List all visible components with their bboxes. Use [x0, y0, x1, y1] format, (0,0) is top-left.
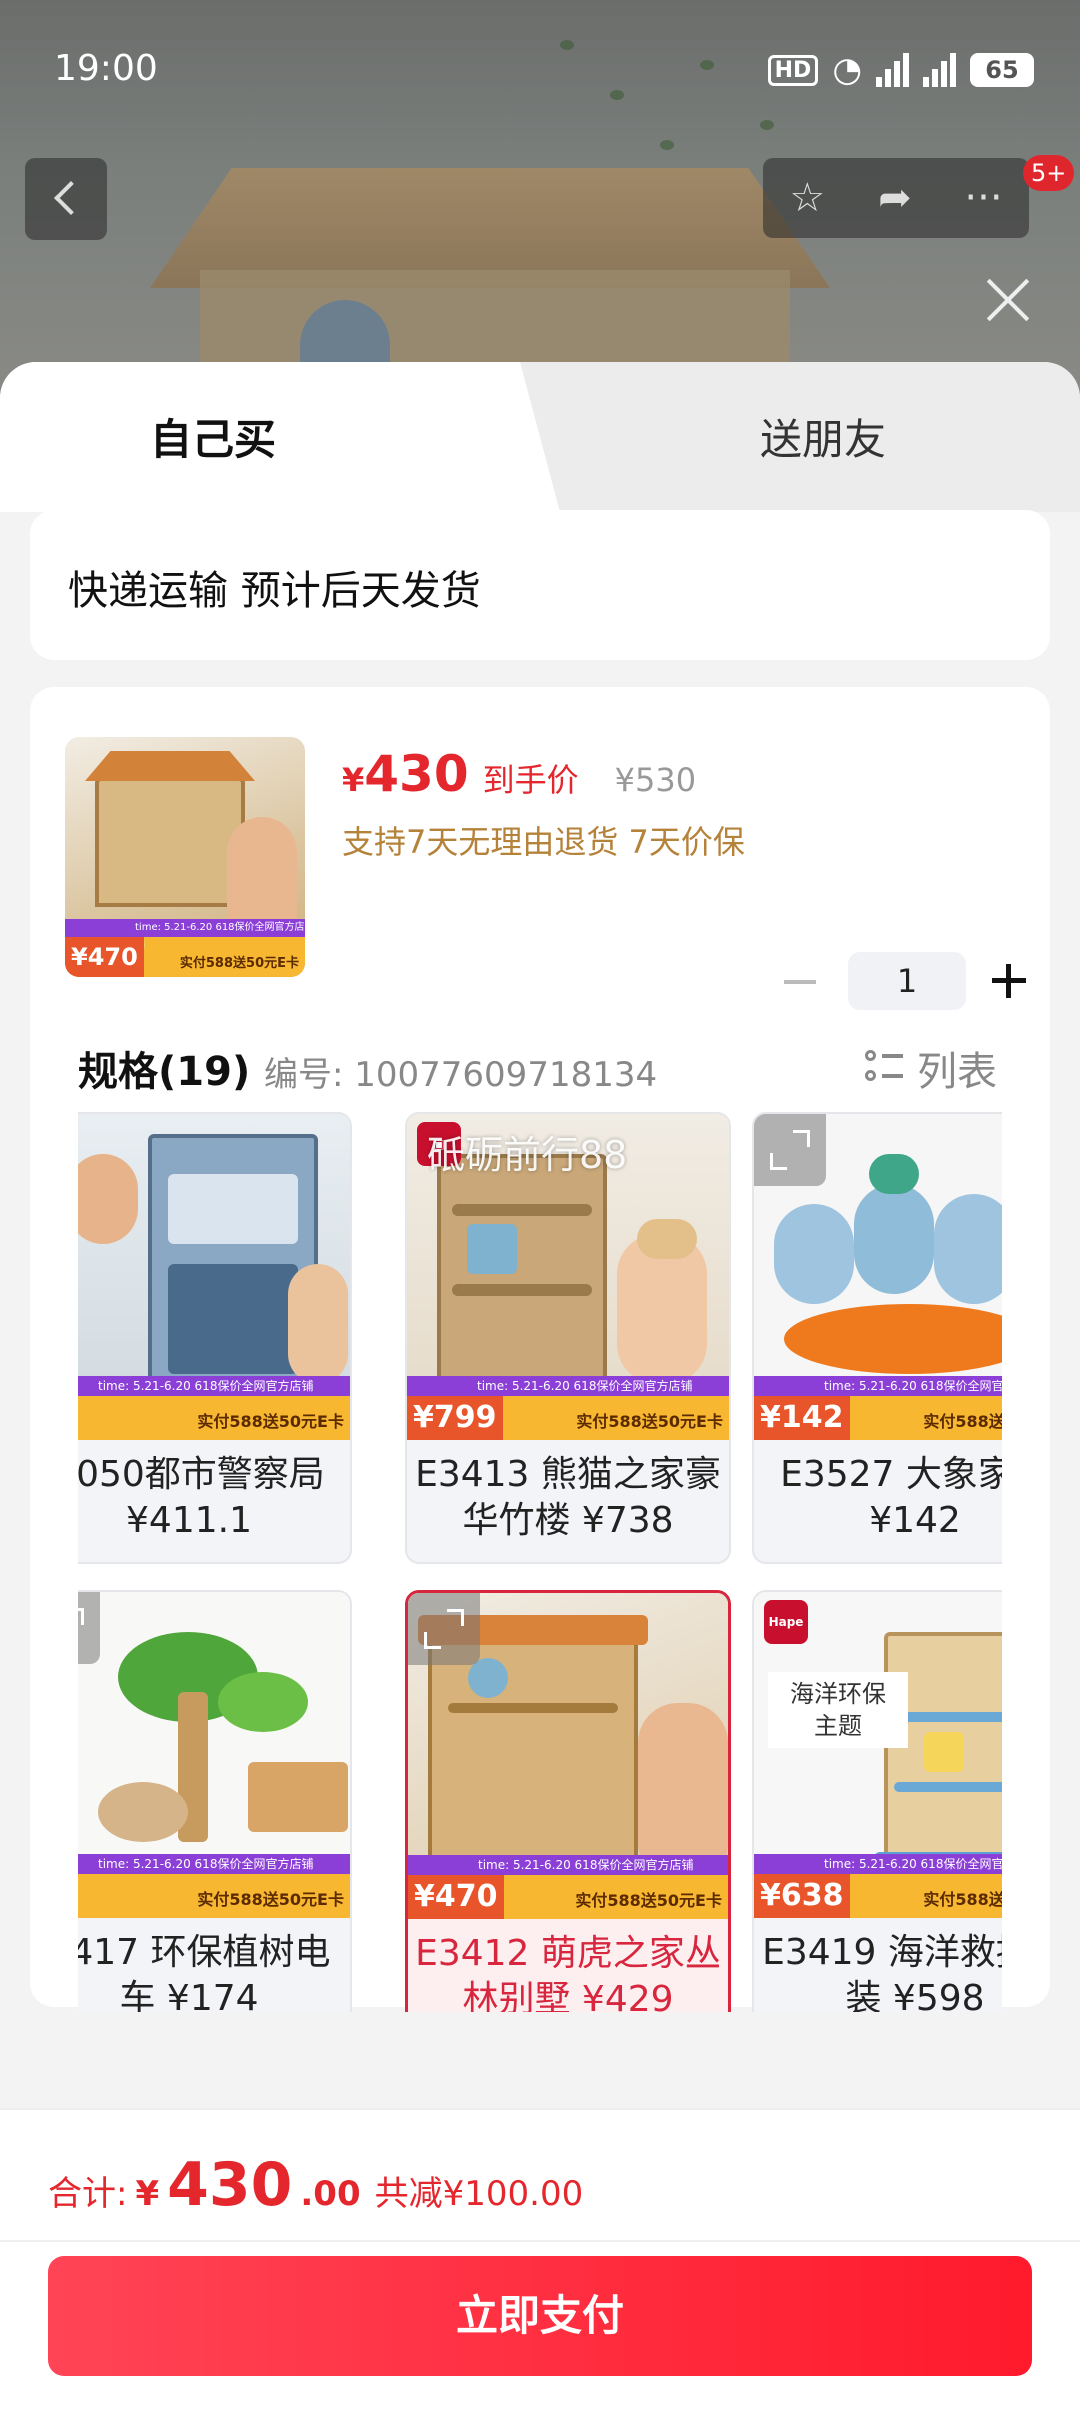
- purchase-tabs: 自己买 送朋友: [0, 362, 1080, 512]
- variant-image: time: 5.21-6.20 618保价全网官方店铺 ¥470 实付588送5…: [408, 1593, 728, 1919]
- product-thumbnail[interactable]: time: 5.21-6.20 618保价全网官方店铺 ¥470 实付588送5…: [65, 737, 305, 977]
- product-card: time: 5.21-6.20 618保价全网官方店铺 ¥470 实付588送5…: [30, 687, 1050, 2012]
- status-time: 19:00: [54, 48, 158, 89]
- variant-tile-selected[interactable]: time: 5.21-6.20 618保价全网官方店铺 ¥470 实付588送5…: [405, 1590, 731, 2012]
- variant-image: time: 5.21-6.20 618保价全网官方店铺 8 实付588送50元E…: [78, 1114, 350, 1440]
- promo-banner: time: 5.21-6.20 618保价全网官方店铺 ¥799 实付588送5…: [407, 1376, 729, 1440]
- nav-actions: ☆ ➦ ···: [763, 158, 1029, 238]
- original-price: ¥530: [614, 761, 697, 799]
- variant-name: E3527 大象家庭¥142: [780, 1454, 1002, 1541]
- promo-banner: time: 5.21-6.20 618保价全网官方店铺 4 实付588送50元E…: [78, 1854, 350, 1918]
- hape-logo: Hape: [764, 1600, 808, 1644]
- service-guarantee: 支持7天无理由退货 7天价保: [342, 823, 745, 861]
- shipping-info: 快递运输 预计后天发货: [68, 568, 481, 614]
- variant-image: Hape 海洋环保 主题 time: 5.21-6.20 618保价全网官方店铺…: [754, 1592, 1002, 1918]
- promo-banner: time: 5.21-6.20 618保价全网官方店铺 ¥470 实付588送5…: [408, 1855, 728, 1919]
- variant-tile[interactable]: Hape 海洋环保 主题 time: 5.21-6.20 618保价全网官方店铺…: [752, 1590, 1002, 2012]
- notification-badge: 5+: [1023, 155, 1075, 191]
- shipping-card: 快递运输 预计后天发货: [30, 510, 1050, 660]
- battery-icon: 65: [970, 53, 1034, 87]
- promo-banner: time: 5.21-6.20 618保价全网官方店铺 ¥142 实付588送5…: [754, 1376, 1002, 1440]
- variant-image: time: 5.21-6.20 618保价全网官方店铺 4 实付588送50元E…: [78, 1592, 350, 1918]
- total-amount: 430: [167, 2150, 293, 2220]
- status-icons: HD ◔ 65: [767, 50, 1034, 90]
- variant-name: 3417 环保植树电车 ¥174: [78, 1932, 331, 2012]
- total-label: 合计:: [48, 2174, 128, 2214]
- promo-text: 实付588送50元E卡: [179, 956, 299, 971]
- variant-name: E3413 熊猫之家豪 华竹楼 ¥738: [415, 1454, 721, 1541]
- signal-5g-icon: [876, 53, 909, 87]
- quantity-input[interactable]: 1: [848, 952, 966, 1010]
- promo-banner: time: 5.21-6.20 618保价全网官方店铺 ¥470 实付588送5…: [65, 919, 305, 977]
- back-button[interactable]: [25, 158, 107, 240]
- variant-image: time: 5.21-6.20 618保价全网官方店铺 ¥142 实付588送5…: [754, 1114, 1002, 1440]
- final-price-label: 到手价: [482, 761, 579, 799]
- quantity-stepper: 1: [770, 952, 1034, 1010]
- variant-name: E3419 海洋救援套装 ¥598: [762, 1932, 1002, 2012]
- spec-title: 规格(19): [78, 1049, 251, 1095]
- promo-banner: time: 5.21-6.20 618保价全网官方店铺 8 实付588送50元E…: [78, 1376, 350, 1440]
- product-code: 编号: 10077609718134: [264, 1055, 658, 1095]
- list-view-label: 列表: [917, 1049, 997, 1095]
- purchase-sheet: 自己买 送朋友 快递运输 预计后天发货 time: 5.21-6.20 618保…: [0, 362, 1080, 2412]
- promo-banner: time: 5.21-6.20 618保价全网官方店铺 ¥638 实付588送5…: [754, 1854, 1002, 1918]
- favorite-star-icon[interactable]: ☆: [789, 175, 825, 221]
- variant-tile[interactable]: time: 5.21-6.20 618保价全网官方店铺 ¥142 实付588送5…: [752, 1112, 1002, 1564]
- promo-price: ¥470: [65, 937, 144, 977]
- variant-grid: time: 5.21-6.20 618保价全网官方店铺 8 实付588送50元E…: [78, 1112, 1002, 2012]
- tab-self-buy[interactable]: [0, 362, 560, 512]
- expand-icon[interactable]: [754, 1114, 826, 1186]
- pay-now-button[interactable]: 立即支付: [48, 2256, 1032, 2376]
- share-icon[interactable]: ➦: [878, 175, 912, 221]
- list-icon: [865, 1050, 903, 1086]
- discount-amount: 共减¥100.00: [374, 2174, 584, 2214]
- more-icon[interactable]: ···: [964, 175, 1002, 221]
- variant-tile[interactable]: time: 5.21-6.20 618保价全网官方店铺 4 实付588送50元E…: [78, 1590, 352, 2012]
- variant-image: ▣ 砥砺前行88 time: 5.21-6.20 618保价全网官方店铺 ¥79…: [407, 1114, 729, 1440]
- tab-gift-label[interactable]: 送朋友: [760, 406, 886, 467]
- order-total: 合计: ¥ 430 .00 共减¥100.00: [48, 2150, 584, 2220]
- expand-icon[interactable]: [408, 1593, 480, 1665]
- final-price: ¥430: [342, 745, 469, 803]
- status-bar: 19:00 HD ◔ 65: [0, 0, 1080, 140]
- checkout-footer: 合计: ¥ 430 .00 共减¥100.00 立即支付: [0, 2108, 1080, 2412]
- signal-5g-icon-2: [923, 53, 956, 87]
- close-icon[interactable]: [980, 272, 1036, 328]
- expand-icon[interactable]: [78, 1592, 100, 1664]
- price-row: ¥430 到手价 ¥530: [342, 745, 696, 803]
- tab-self-buy-label[interactable]: 自己买: [150, 406, 276, 467]
- decrease-button[interactable]: [770, 956, 830, 1006]
- variant-tile[interactable]: time: 5.21-6.20 618保价全网官方店铺 8 实付588送50元E…: [78, 1112, 352, 1564]
- variant-name: 3050都市警察局 ¥411.1: [78, 1454, 325, 1541]
- variant-tile[interactable]: ▣ 砥砺前行88 time: 5.21-6.20 618保价全网官方店铺 ¥79…: [405, 1112, 731, 1564]
- hd-icon: HD: [767, 54, 819, 86]
- wifi-icon: ◔: [832, 50, 862, 90]
- eco-theme-tag: 海洋环保 主题: [768, 1672, 908, 1748]
- watermark-text: 砥砺前行88: [427, 1133, 628, 1177]
- list-view-toggle[interactable]: 列表: [865, 1039, 997, 1097]
- increase-button[interactable]: [984, 956, 1034, 1006]
- variant-name: E3412 萌虎之家丛 林别墅 ¥429: [415, 1933, 721, 2012]
